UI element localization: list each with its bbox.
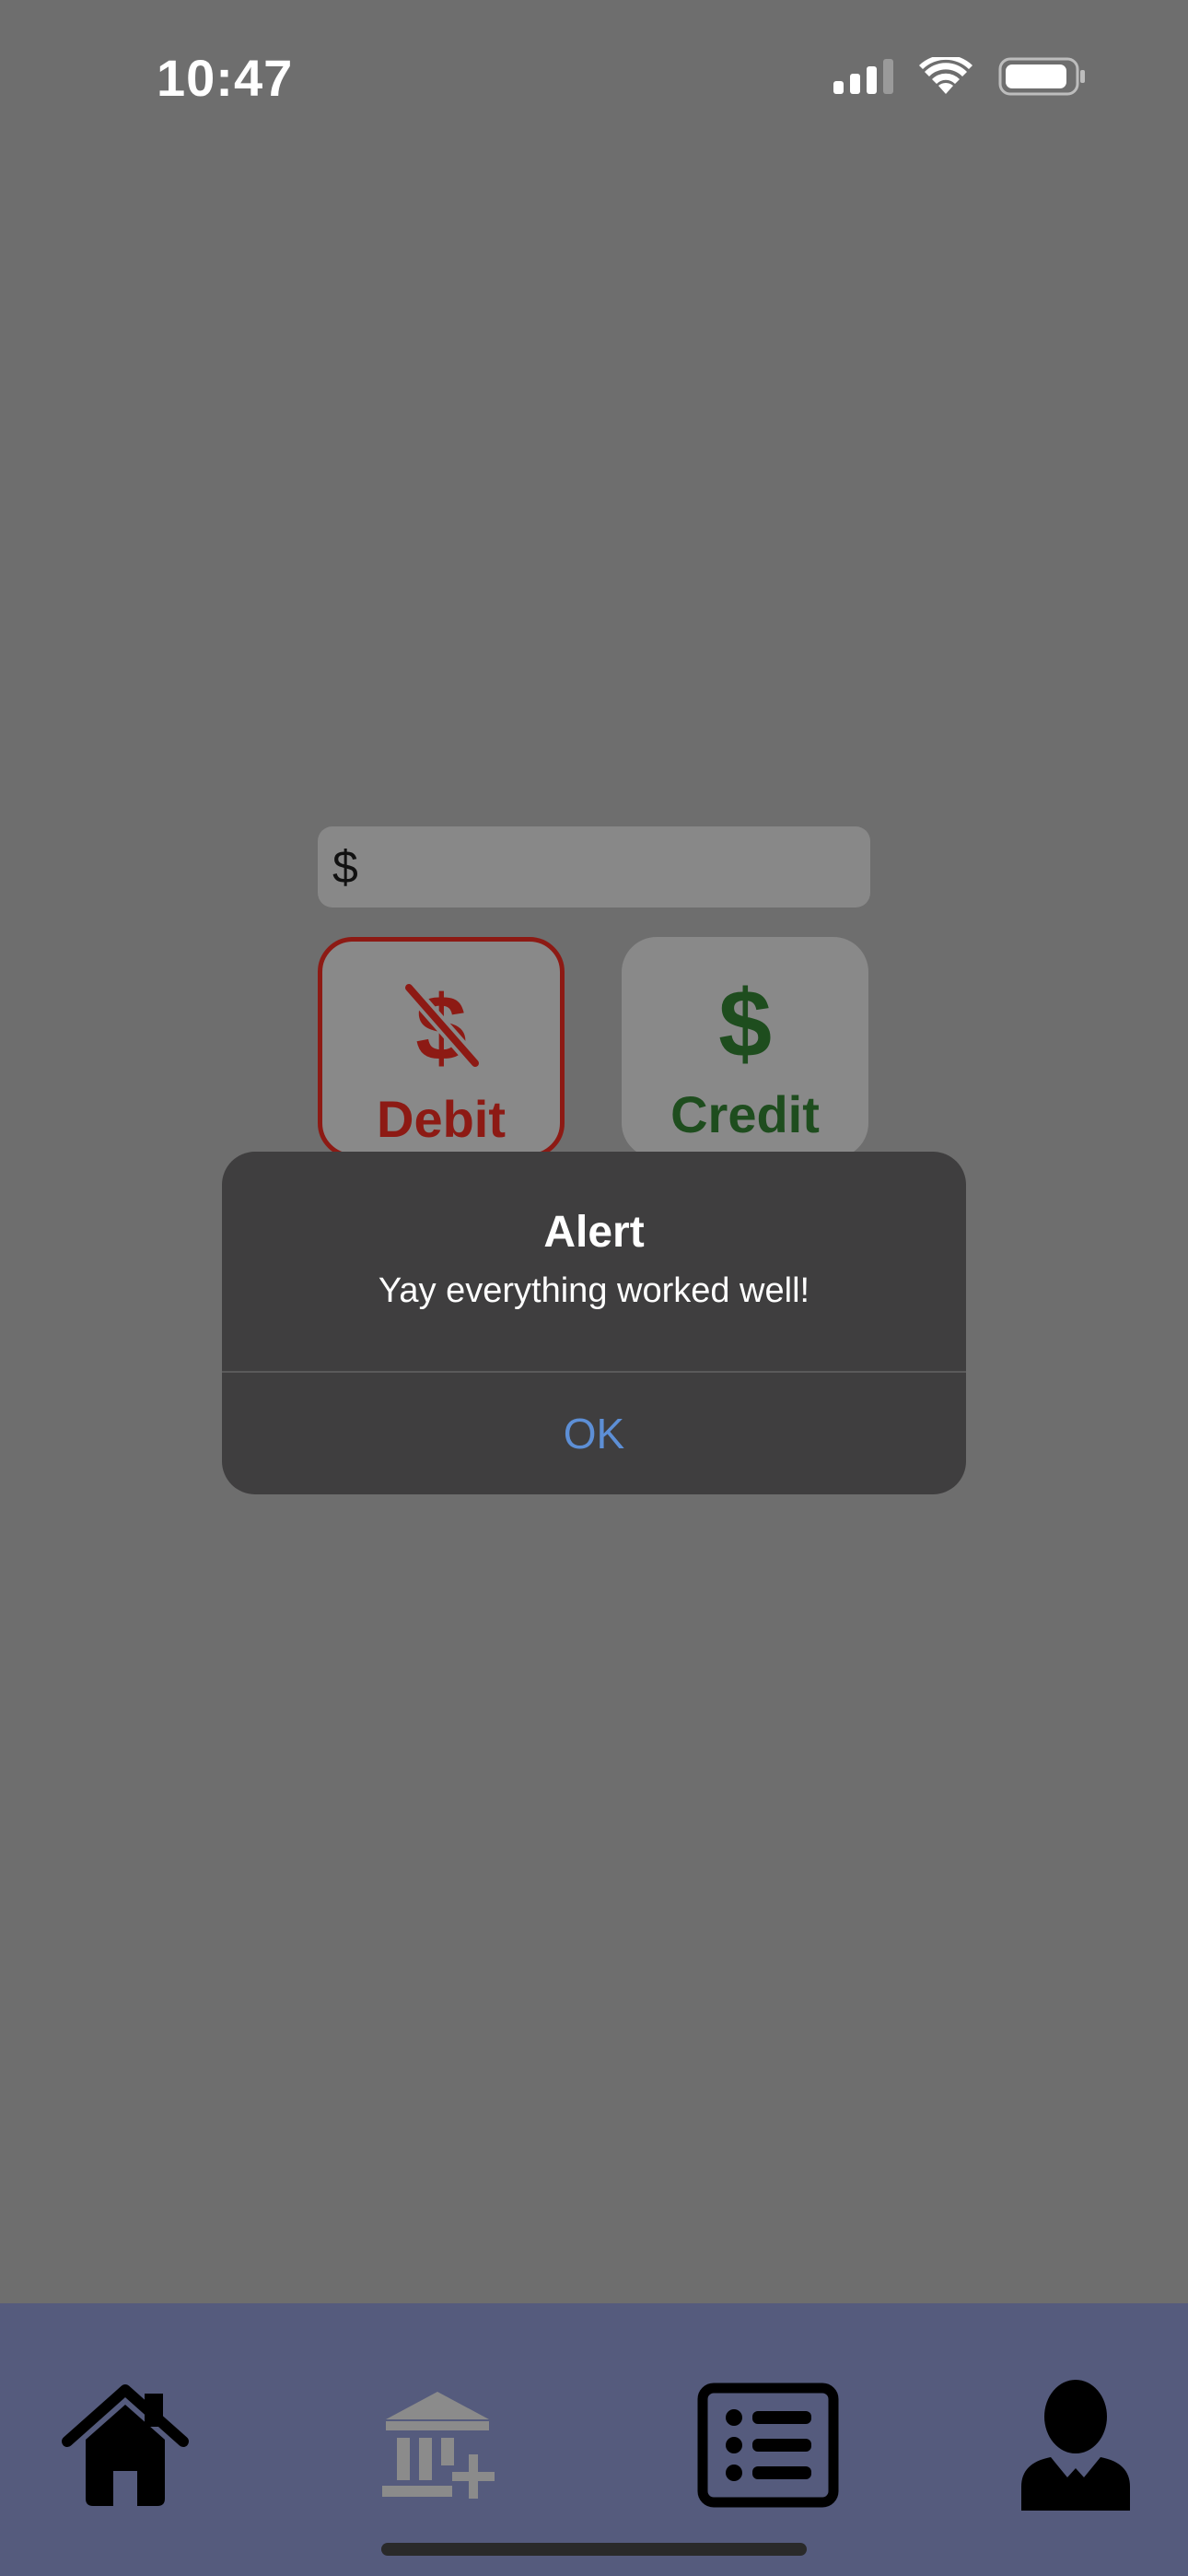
- alert-message: Yay everything worked well!: [378, 1271, 810, 1310]
- alert-dialog: Alert Yay everything worked well! OK: [222, 1152, 966, 1494]
- status-icons: [833, 57, 1087, 96]
- tab-list[interactable]: [694, 2371, 842, 2519]
- status-bar: 10:47: [0, 0, 1188, 157]
- credit-button[interactable]: $ Credit: [622, 937, 868, 1158]
- cellular-signal-icon: [833, 59, 893, 94]
- credit-label: Credit: [670, 1085, 820, 1143]
- tab-add-bank[interactable]: [368, 2371, 516, 2519]
- status-time: 10:47: [157, 49, 294, 107]
- home-icon: [62, 2384, 189, 2506]
- amount-field[interactable]: $: [318, 825, 920, 908]
- tab-home[interactable]: [52, 2371, 199, 2519]
- battery-icon: [998, 57, 1085, 96]
- alert-title: Alert: [543, 1208, 645, 1257]
- amount-input[interactable]: [357, 825, 920, 908]
- svg-text:$: $: [718, 976, 772, 1068]
- dollar-icon: $: [718, 976, 772, 1068]
- wifi-icon: [919, 57, 973, 94]
- currency-symbol: $: [332, 841, 358, 893]
- profile-icon: [1021, 2380, 1130, 2511]
- home-indicator: [381, 2543, 807, 2556]
- alert-ok-button[interactable]: OK: [222, 1373, 966, 1494]
- tab-profile[interactable]: [1002, 2371, 1149, 2519]
- dollar-slash-icon: $: [402, 980, 482, 1072]
- debit-button[interactable]: $ Debit: [318, 937, 565, 1158]
- add-bank-icon: [382, 2392, 495, 2499]
- debit-label: Debit: [377, 1090, 506, 1148]
- tab-bar: [0, 2303, 1188, 2576]
- list-icon: [697, 2383, 839, 2508]
